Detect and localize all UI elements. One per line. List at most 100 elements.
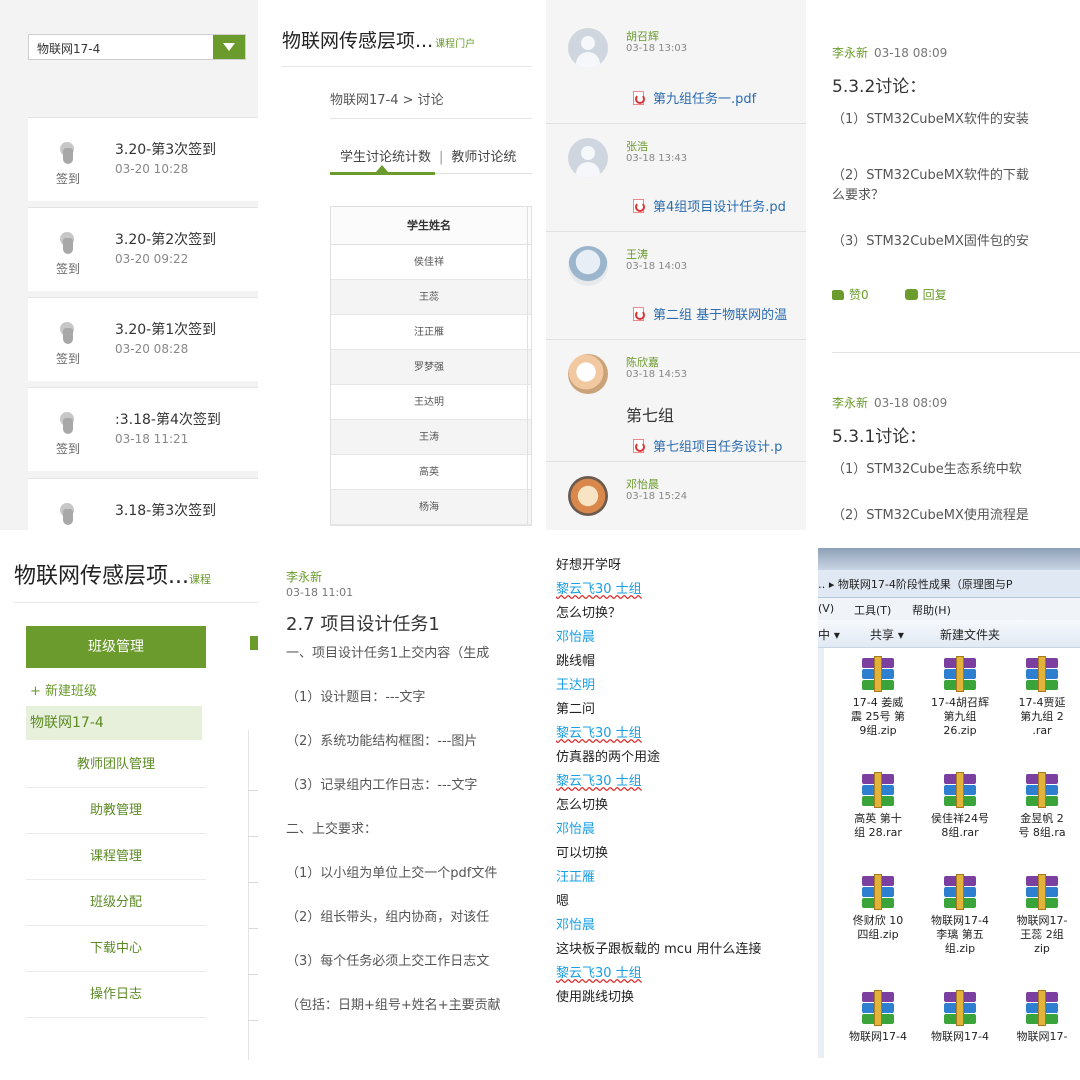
archive-file[interactable]: 物联网17-4 李璃 第五 组.zip [922, 874, 998, 956]
nav-item[interactable]: 下载中心 [26, 926, 206, 972]
nav-item[interactable]: 操作日志 [26, 972, 206, 1018]
stats-tabs: 学生讨论统计数 | 教师讨论统 [340, 146, 516, 165]
attachment-link[interactable]: 第二组 基于物联网的温 [632, 304, 787, 323]
task-line: （2）系统功能结构框图：---图片 [286, 734, 478, 749]
post-author[interactable]: 邓怡晨 [626, 476, 659, 492]
archive-file[interactable]: 金昱帆 2 号 8组.ra [1004, 772, 1080, 840]
toolbar-include-button[interactable]: 中 ▾ [818, 626, 840, 643]
attachment-link[interactable]: 第九组任务一.pdf [632, 88, 756, 107]
archive-file[interactable]: 物联网17- [1004, 990, 1080, 1044]
post-author[interactable]: 陈欣嘉 [626, 354, 659, 370]
divider [282, 66, 532, 67]
menu-view[interactable]: (V) [818, 602, 834, 615]
thumbs-up-icon [832, 290, 844, 300]
student-name: 杨海 [419, 502, 439, 513]
task-line: （1）设计题目：---文字 [286, 690, 426, 705]
menu-tools[interactable]: 工具(T) [854, 602, 891, 618]
pdf-icon [632, 199, 645, 213]
chat-message: 使用跳线切换 [556, 990, 635, 1005]
chat-sender[interactable]: 黎云飞30 士组 [556, 722, 808, 741]
nav-item[interactable]: 课程管理 [26, 834, 206, 880]
signin-item[interactable]: 签到 3.20-第2次签到 03-20 09:22 [28, 207, 258, 291]
topic-heading[interactable]: 5.3.1讨论： [832, 422, 926, 447]
file-name-line: .rar [1032, 724, 1052, 737]
topic-question: （2）STM32CubeMX软件的下载 [832, 168, 1029, 183]
archive-file[interactable]: 佟财欣 10 四组.zip [840, 874, 916, 942]
archive-icon [942, 772, 978, 808]
archive-file[interactable]: 17-4胡召辉 第九组 26.zip [922, 656, 998, 738]
touch-icon [58, 322, 78, 344]
archive-file[interactable]: 物联网17-4 [922, 990, 998, 1044]
signin-type-label: 签到 [56, 172, 81, 186]
file-posts-panel: 胡召辉 03-18 13:03 第九组任务一.pdf 张浩 03-18 13:4… [546, 0, 806, 530]
signin-item[interactable]: 签到 3.20-第1次签到 03-20 08:28 [28, 297, 258, 381]
student-name: 王蕊 [419, 292, 439, 303]
archive-file[interactable]: 高英 第十 组 28.rar [840, 772, 916, 840]
archive-file[interactable]: 物联网17-4 [840, 990, 916, 1044]
nav-item[interactable]: 教师团队管理 [26, 742, 206, 788]
file-name-line: 组.zip [944, 942, 976, 955]
chat-sender[interactable]: 邓怡晨 [556, 914, 808, 933]
address-bar[interactable]: ‥ ▸ 物联网17-4阶段性成果（原理图与P [818, 570, 1080, 598]
toolbar-new-folder-button[interactable]: 新建文件夹 [940, 626, 1000, 643]
file-name-line: 佟财欣 10 [852, 914, 904, 927]
signin-item[interactable]: 3.18-第3次签到 [28, 478, 258, 530]
table-row: 王涛 [331, 420, 531, 455]
like-button[interactable]: 赞0 [832, 288, 869, 302]
attachment-link[interactable]: 第七组项目任务设计.p [632, 436, 782, 455]
chat-sender[interactable]: 邓怡晨 [556, 626, 808, 645]
row-tick [248, 790, 258, 791]
avatar[interactable] [568, 246, 608, 286]
nav-pane [818, 648, 824, 1058]
post-author[interactable]: 胡召辉 [626, 28, 659, 44]
signin-item[interactable]: 签到 :3.18-第4次签到 03-18 11:21 [28, 387, 258, 471]
chat-sender[interactable]: 汪正雁 [556, 866, 808, 885]
post-author[interactable]: 王涛 [626, 246, 648, 262]
nav-item[interactable]: 班级分配 [26, 880, 206, 926]
chat-message: 嗯 [556, 894, 570, 909]
file-name-line: 王蕊 2组 [1020, 928, 1064, 941]
avatar[interactable] [568, 28, 608, 68]
archive-file[interactable]: 物联网17- 王蕊 2组 zip [1004, 874, 1080, 956]
archive-icon [860, 874, 896, 910]
archive-file[interactable]: 17-4 姜威 震 25号 第 9组.zip [840, 656, 916, 738]
avatar[interactable] [568, 354, 608, 394]
nav-class-management[interactable]: 班级管理 [26, 626, 206, 668]
topic-author-name[interactable]: 李永新 [832, 46, 868, 60]
course-select[interactable]: 物联网17-4 [28, 34, 246, 60]
nav-item[interactable]: 助教管理 [26, 788, 206, 834]
avatar[interactable] [568, 476, 608, 516]
post-author[interactable]: 张浩 [626, 138, 648, 154]
course-portal-link[interactable]: 课程门户 [435, 39, 475, 50]
topic-heading[interactable]: 5.3.2讨论： [832, 72, 926, 97]
signin-item[interactable]: 签到 3.20-第3次签到 03-20 10:28 [28, 117, 258, 201]
course-portal-link[interactable]: 课程 [189, 573, 211, 586]
chat-sender[interactable]: 黎云飞30 士组 [556, 962, 808, 981]
avatar[interactable] [568, 138, 608, 178]
new-class-button[interactable]: + 新建班级 [30, 680, 97, 699]
tab-teacher-stats[interactable]: 教师讨论统 [451, 150, 516, 165]
current-class-item[interactable]: 物联网17-4 [26, 706, 202, 740]
topic-time: 03-18 08:09 [874, 46, 948, 60]
divider [330, 118, 532, 119]
archive-file[interactable]: 侯佳祥24号 8组.rar [922, 772, 998, 840]
file-name-line: 8组.rar [941, 826, 979, 839]
topic-author-name[interactable]: 李永新 [832, 396, 868, 410]
chat-sender[interactable]: 黎云飞30 士组 [556, 578, 808, 597]
task-author[interactable]: 李永新 [286, 568, 322, 585]
chat-sender[interactable]: 邓怡晨 [556, 818, 808, 837]
chat-sender[interactable]: 王达明 [556, 674, 808, 693]
attachment-link[interactable]: 第4组项目设计任务.pd [632, 196, 786, 215]
toolbar-share-button[interactable]: 共享 ▾ [870, 626, 904, 643]
archive-icon [942, 874, 978, 910]
reply-button[interactable]: 回复 [869, 288, 947, 302]
chat-sender[interactable]: 黎云飞30 士组 [556, 770, 808, 789]
chevron-down-icon[interactable] [213, 35, 245, 59]
tab-student-stats[interactable]: 学生讨论统计数 [340, 150, 431, 165]
file-name-line: 李璃 第五 [936, 928, 984, 941]
student-table: 学生姓名 侯佳祥 王蕊 汪正雁 罗梦强 王达明 王涛 高英 杨海 [330, 206, 532, 526]
archive-file[interactable]: 17-4贾延 第九组 2 .rar [1004, 656, 1080, 738]
post-time: 03-18 15:24 [626, 491, 688, 502]
menu-help[interactable]: 帮助(H) [912, 602, 951, 618]
breadcrumb[interactable]: 物联网17-4 > 讨论 [330, 89, 444, 108]
